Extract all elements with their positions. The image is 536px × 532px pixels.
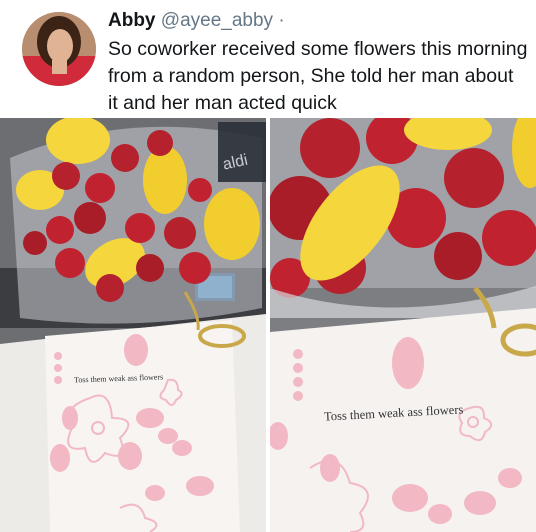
avatar[interactable] (22, 12, 96, 86)
tweet-header: Abby @ayee_abby · So coworker received s… (0, 0, 536, 118)
tweet-photos: aldi Toss them weak ass flowers Toss the… (0, 118, 536, 532)
photo-left[interactable]: aldi Toss them weak ass flowers (0, 118, 266, 532)
photo-right[interactable]: Toss them weak ass flowers (270, 118, 536, 532)
author-name[interactable]: Abby (108, 10, 156, 31)
author-handle[interactable]: @ayee_abby (161, 10, 273, 31)
tweet-text: So coworker received some flowers this m… (108, 38, 528, 114)
separator-dot: · (278, 10, 285, 31)
author-line: Abby @ayee_abby · (108, 10, 285, 32)
tweet: Abby @ayee_abby · So coworker received s… (0, 0, 536, 532)
